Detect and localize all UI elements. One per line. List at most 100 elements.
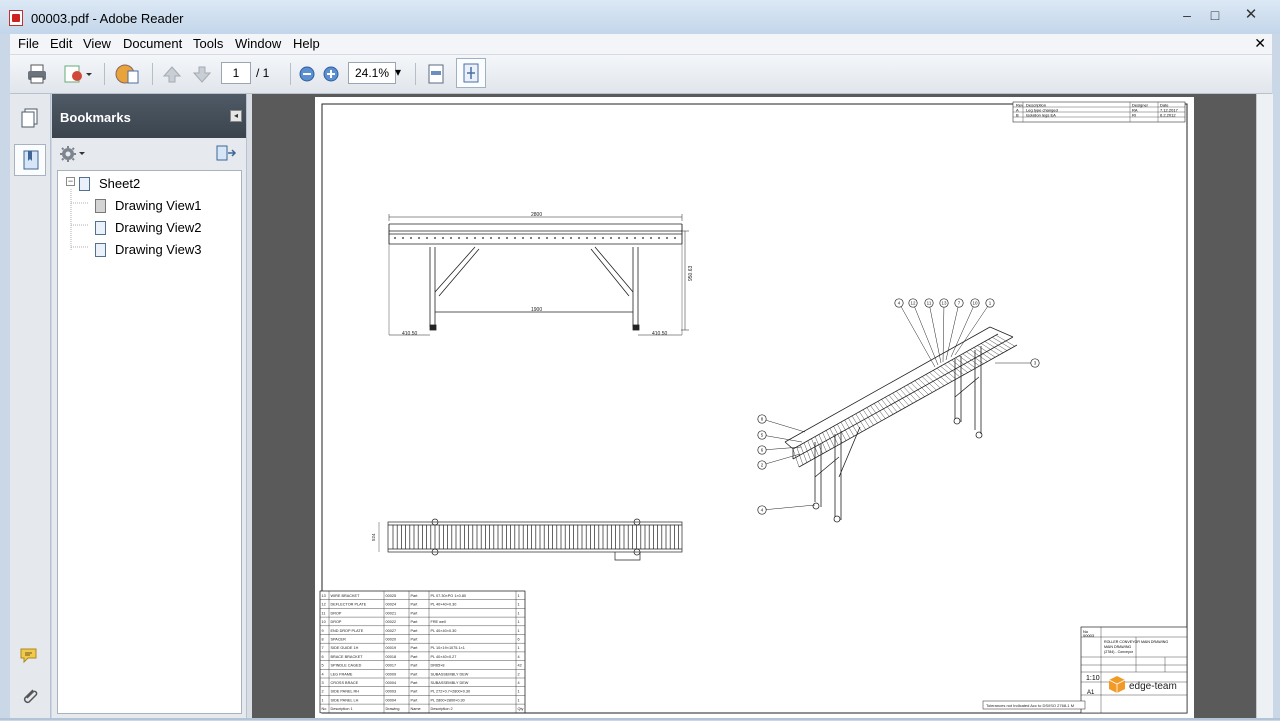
bom-cell: SUBASSEMBLY DEW: [431, 681, 469, 685]
iso-roller-line: [944, 363, 961, 378]
bookmark-sheet2[interactable]: Sheet2: [79, 176, 140, 191]
bom-cell: Part: [411, 620, 419, 624]
hole: [594, 237, 596, 239]
bookmark-drawing-view3[interactable]: Drawing View3: [95, 242, 201, 257]
bill-of-materials-table: 13 WIRE BRACKET 00025 Part PL 07.30×PO 1×0.8…: [319, 590, 526, 714]
window-title: 00003.pdf - Adobe Reader: [31, 11, 184, 26]
bom-cell: SPACER: [331, 638, 347, 642]
iso-roller-line: [877, 401, 890, 417]
iso-roller-line: [933, 370, 949, 384]
print-icon[interactable]: [25, 62, 49, 86]
options-gear-icon[interactable]: [59, 145, 87, 163]
front-view: [388, 214, 689, 336]
bom-cell: DR65×8: [431, 664, 445, 668]
bom-cell: PL 272×0.7×2800×0.30: [431, 690, 471, 694]
toolbar-separator: [415, 63, 416, 85]
iso-roller-line: [910, 382, 925, 397]
bookmark-drawing-view2[interactable]: Drawing View2: [95, 220, 202, 235]
bom-cell: Qty: [518, 707, 524, 711]
zoom-level-input[interactable]: 24.1%: [348, 62, 396, 84]
window-frame-right: [1272, 34, 1280, 720]
collapse-panel-button[interactable]: ◂: [230, 110, 242, 122]
bom-cell: 6: [518, 638, 520, 642]
bookmark-label: Drawing View2: [115, 220, 202, 235]
tree-expander[interactable]: −: [66, 177, 75, 186]
menu-document[interactable]: Document: [123, 36, 182, 51]
menu-view[interactable]: View: [83, 36, 111, 51]
bom-cell: 2: [518, 672, 520, 676]
fit-width-icon[interactable]: [424, 62, 448, 86]
iso-roller-line: [892, 392, 906, 408]
balloon-number: 10: [972, 301, 978, 306]
iso-roller-line: [862, 409, 874, 426]
zoom-in-icon[interactable]: [321, 62, 341, 86]
pages-icon: [21, 108, 38, 128]
close-window-button[interactable]: ✕: [1238, 6, 1264, 24]
bom-cell: PL 2800×2800×0.30: [431, 698, 465, 702]
menu-tools[interactable]: Tools: [193, 36, 223, 51]
bom-cell: SUBASSEMBLY DEW: [431, 672, 469, 676]
bom-cell: 1: [518, 603, 520, 607]
hole: [626, 237, 628, 239]
hole: [402, 237, 404, 239]
bom-cell: 8: [322, 638, 324, 642]
next-page-icon[interactable]: [190, 62, 214, 86]
menu-file[interactable]: File: [18, 36, 39, 51]
bom-cell: 9: [322, 629, 324, 633]
revision-table: Rev Description Designer Date A Leg type…: [1012, 101, 1186, 123]
hole: [506, 237, 508, 239]
window-titlebar: 00003.pdf - Adobe Reader – □ ✕: [0, 0, 1280, 34]
window-frame-left: [0, 34, 10, 720]
bookmarks-panel-button[interactable]: [14, 144, 46, 176]
vertical-scrollbar[interactable]: [1256, 94, 1273, 718]
close-document-button[interactable]: ✕: [1254, 35, 1266, 52]
comments-icon[interactable]: [19, 646, 41, 666]
bom-cell: 00018: [386, 655, 397, 659]
navigation-pane-strip: [10, 94, 51, 718]
bom-cell: SPINDLE CAGED: [331, 664, 362, 668]
menu-window[interactable]: Window: [235, 36, 281, 51]
dimension-label: 950.63: [688, 265, 694, 281]
maximize-button[interactable]: □: [1202, 6, 1228, 24]
previous-page-icon[interactable]: [160, 62, 184, 86]
dimension-label: 1900: [531, 307, 542, 313]
menu-help[interactable]: Help: [293, 36, 320, 51]
zoom-out-icon[interactable]: [297, 62, 317, 86]
part-balloons: 4 12 11 13 7 10 1385624: [757, 298, 1040, 515]
bom-cell: 13: [322, 594, 326, 598]
document-view[interactable]: Rev Description Designer Date A Leg type…: [252, 94, 1256, 718]
bookmark-label: Drawing View1: [115, 198, 202, 213]
iso-roller-line: [929, 372, 945, 386]
pages-panel-button[interactable]: [14, 102, 46, 134]
minimize-button[interactable]: –: [1174, 6, 1200, 24]
iso-roller-line: [844, 419, 855, 437]
zoom-dropdown-arrow[interactable]: ▾: [395, 65, 401, 79]
iso-roller-line: [866, 407, 878, 424]
hole: [442, 237, 444, 239]
collaborate-icon[interactable]: [114, 62, 140, 86]
bom-cell: 1: [518, 698, 520, 702]
dimension-label: 524: [371, 533, 376, 541]
bom-cell: Part: [411, 690, 419, 694]
bom-cell: FRE well: [431, 620, 446, 624]
bom-cell: 1: [518, 646, 520, 650]
bom-cell: 4: [518, 681, 520, 685]
iso-roller-line: [925, 374, 941, 389]
iso-roller-line: [955, 357, 972, 371]
bom-cell: 1: [518, 629, 520, 633]
bookmark-drawing-view1[interactable]: Drawing View1: [95, 198, 202, 213]
tree-guide-lines: [70, 189, 88, 251]
attachment-icon[interactable]: [20, 686, 40, 708]
iso-roller-line: [947, 361, 964, 375]
expand-bookmark-icon[interactable]: [215, 144, 237, 162]
tolerance-note: Tolerances not Indicated Acc to DS/ISO 2…: [986, 703, 1074, 708]
share-icon[interactable]: [62, 62, 92, 86]
bookmark-icon: [95, 243, 106, 257]
menu-edit[interactable]: Edit: [50, 36, 72, 51]
bom-cell: Part: [411, 611, 419, 615]
page-number-input[interactable]: 1: [221, 62, 251, 84]
drawing-title: MAIN DRAWING: [1104, 645, 1131, 649]
fit-page-button[interactable]: [456, 58, 486, 88]
bom-cell: Description 2: [431, 707, 453, 711]
leader-line: [761, 446, 802, 451]
